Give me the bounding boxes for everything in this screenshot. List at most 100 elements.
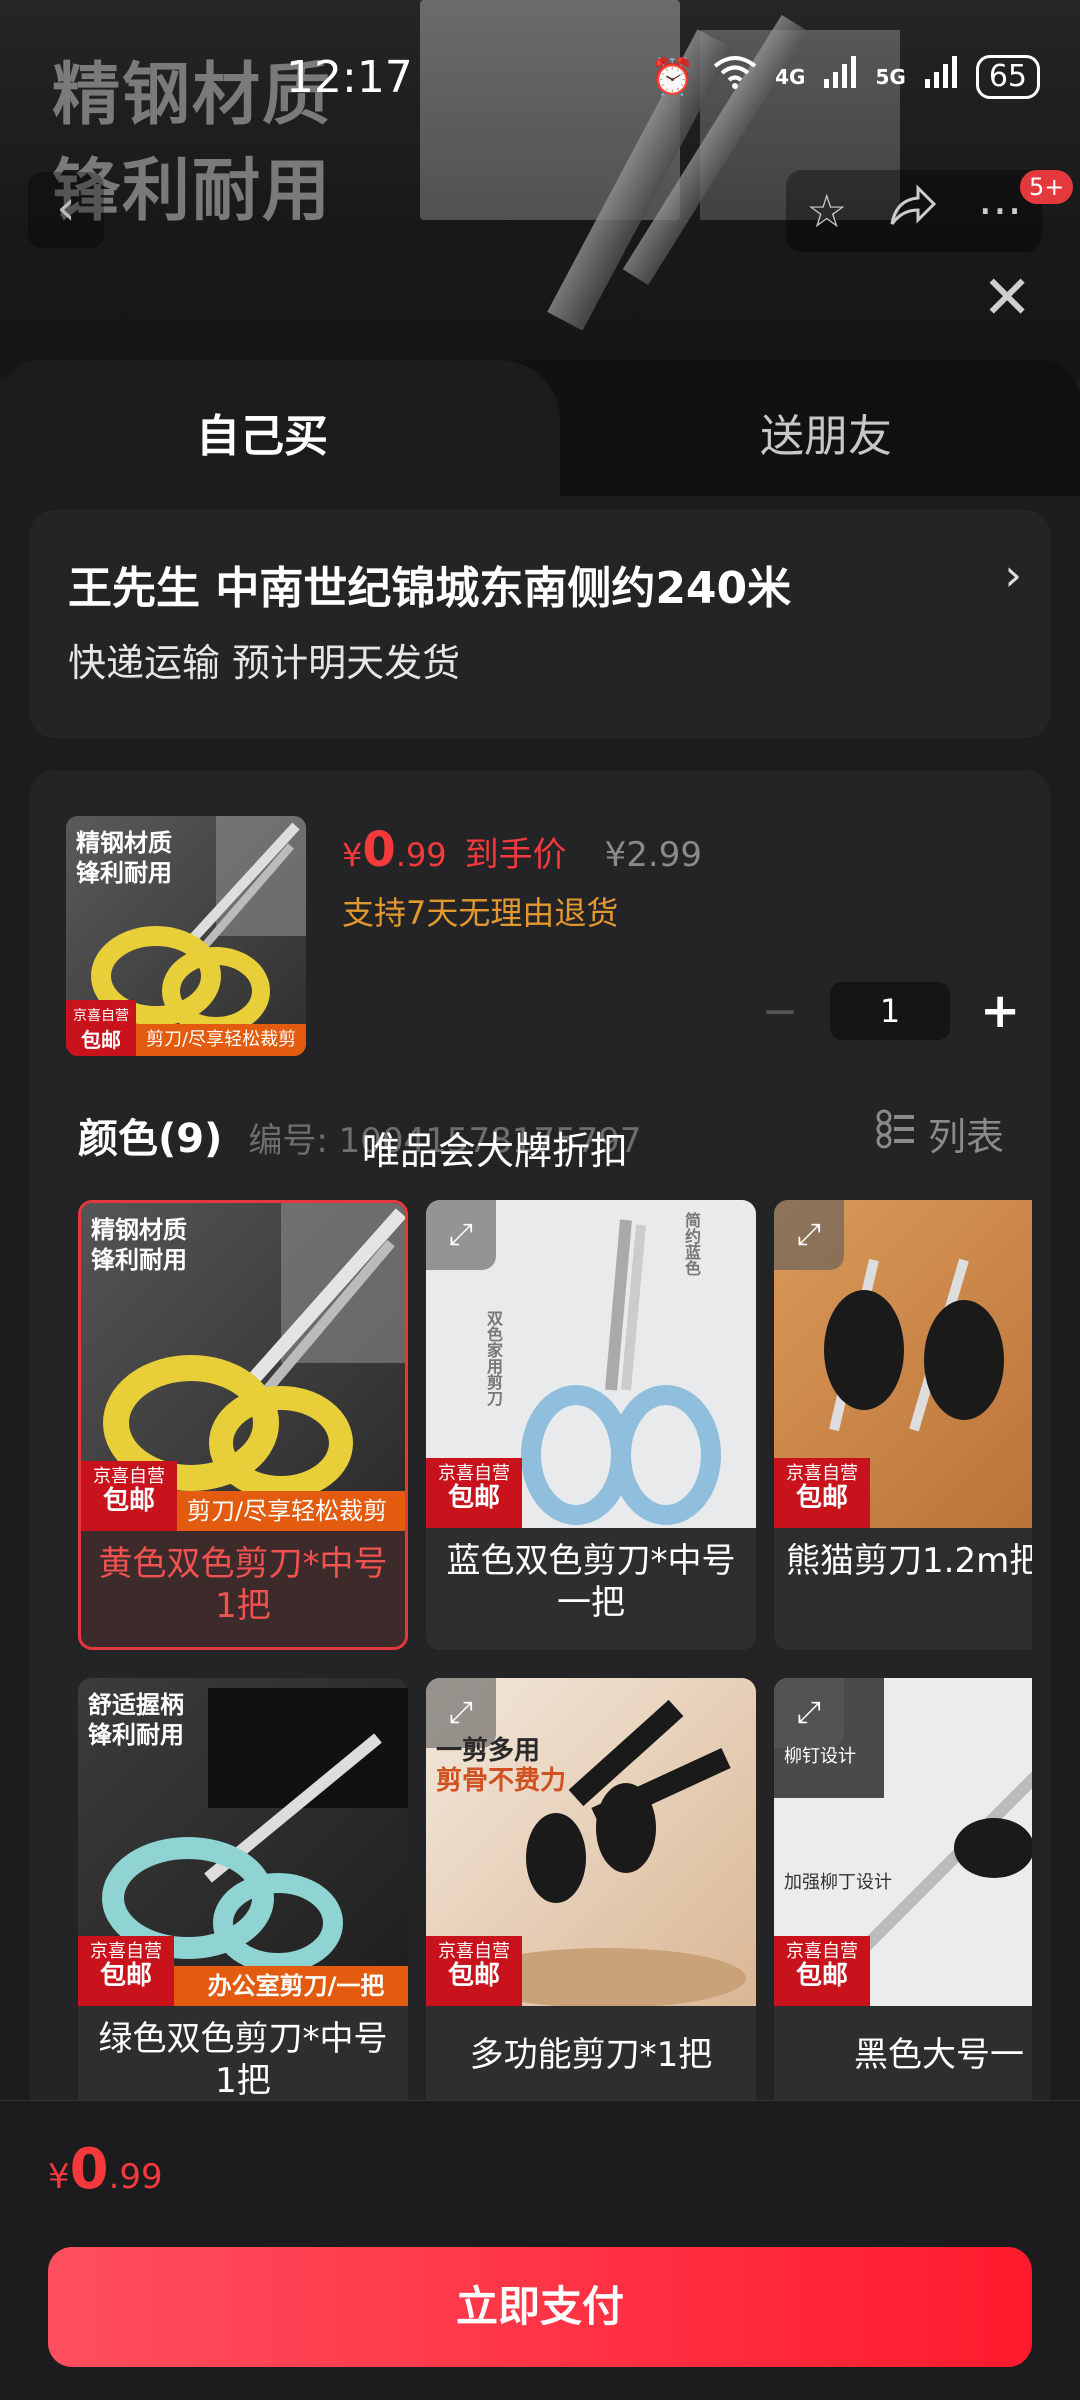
jd-badge-top: 京喜自营 [438, 1941, 510, 1962]
purchase-tabs: 自己买 送朋友 [0, 360, 1080, 500]
expand-icon[interactable]: ⤢ [774, 1200, 844, 1270]
jd-badge: 京喜自营 包邮 [426, 1458, 522, 1528]
price-currency: ¥ [342, 836, 363, 874]
jd-badge-top: 京喜自营 [438, 1463, 510, 1484]
jd-badge-top: 京喜自营 [73, 1008, 129, 1024]
variant-label: 绿色双色剪刀*中号1把 [98, 2019, 388, 2101]
jd-badge-top: 京喜自营 [93, 1466, 165, 1487]
variant-caption-line2: 锋利耐用 [88, 1721, 184, 1749]
back-button[interactable]: ‹ [28, 172, 104, 248]
expand-icon[interactable]: ⤢ [426, 1200, 496, 1270]
variant-caption: 柳钉设计 [784, 1742, 856, 1772]
jd-badge-bottom: 包邮 [447, 1961, 500, 1991]
star-icon[interactable]: ☆ [806, 184, 847, 238]
wifi-icon [713, 54, 757, 99]
jd-badge-bottom: 包邮 [99, 1961, 152, 1991]
address-card[interactable]: 王先生 中南世纪锦城东南侧约240米 › 快递运输 预计明天发货 [30, 510, 1050, 738]
return-policy: 支持7天无理由退货 [342, 894, 619, 932]
variant-label: 多功能剪刀*1把 [469, 2035, 713, 2075]
variant-caption-line2: 剪骨不费力 [436, 1766, 567, 1796]
jd-badge-top: 京喜自营 [786, 1463, 858, 1484]
jd-badge: 京喜自营 包邮 [66, 1000, 136, 1056]
variant-tile[interactable]: ⤢ 简约蓝色 双色家用剪刀 京喜自营 包邮 蓝色双色剪刀*中号一把 [426, 1200, 756, 1650]
variant-tile[interactable]: ⤢ 一剪多用 剪骨不费力 京喜自营 包邮 多功能剪刀*1把 [426, 1678, 756, 2128]
tab-self[interactable]: 自己买 [196, 400, 328, 464]
total-integer: 0 [69, 2137, 109, 2202]
variant-tile[interactable]: 精钢材质 锋利耐用 京喜自营 包邮 剪刀/尽享轻松裁剪 黄色双色剪刀*中号1把 [78, 1200, 408, 1650]
variant-caption: 精钢材质 锋利耐用 [91, 1215, 187, 1275]
original-price: ¥2.99 [604, 835, 702, 875]
variant-tile[interactable]: 舒适握柄 锋利耐用 京喜自营 包邮 办公室剪刀/一把 绿色双色剪刀*中号1把 [78, 1678, 408, 2128]
top-action-bar: ☆ ··· [786, 170, 1042, 252]
thumb-caption-line2: 锋利耐用 [76, 859, 172, 887]
variant-caption-line1: 一剪多用 [436, 1736, 541, 1766]
variant-label: 黄色双色剪刀*中号1把 [98, 1544, 388, 1626]
address-line: 王先生 中南世纪锦城东南侧约240米 [68, 563, 792, 614]
signal-icon-1 [823, 55, 857, 98]
variant-strip: 剪刀/尽享轻松裁剪 [177, 1491, 405, 1531]
toast-message: 唯品会大牌折扣 [362, 1129, 629, 1173]
jd-badge: 京喜自营 包邮 [81, 1461, 177, 1531]
chevron-left-icon: ‹ [56, 180, 76, 236]
jd-badge-bottom: 包邮 [795, 1961, 848, 1991]
variant-caption: 一剪多用 剪骨不费力 [436, 1736, 566, 1796]
variant-caption: 加强柳丁设计 [784, 1868, 892, 1898]
pay-now-button[interactable]: 立即支付 [48, 2247, 1032, 2367]
price-decimal: .99 [395, 836, 447, 874]
jd-badge-bottom: 包邮 [102, 1486, 155, 1516]
variant-caption-line1: 柳钉设计 [784, 1746, 856, 1767]
quantity-stepper: − 1 + [760, 982, 1020, 1040]
status-bar: 12:17 ⏰ 4G 5G 65 [0, 0, 1080, 160]
checkout-bar: ¥0.99 立即支付 [0, 2100, 1080, 2400]
variant-caption-line2: 简约蓝色 [682, 1212, 701, 1276]
jd-badge: 京喜自营 包邮 [78, 1936, 174, 2006]
signal-icon-2 [924, 55, 958, 98]
more-icon[interactable]: ··· [978, 184, 1022, 238]
variant-tile[interactable]: ⤢ 柳钉设计 加强柳丁设计 京喜自营 包邮 黑色大号一 [774, 1678, 1032, 2128]
price-row: ¥0.99 到手价 ¥2.99 [342, 822, 702, 878]
total-price: ¥0.99 [48, 2137, 163, 2202]
jd-badge-top: 京喜自营 [90, 1941, 162, 1962]
color-title: 颜色(9) [78, 1116, 223, 1162]
qty-input[interactable]: 1 [830, 982, 950, 1040]
list-view-toggle[interactable]: 列表 [876, 1106, 1004, 1161]
alarm-icon: ⏰ [650, 56, 696, 98]
jd-badge-bottom: 包邮 [447, 1483, 500, 1513]
variant-caption-line1: 舒适握柄 [88, 1691, 184, 1719]
variant-tile[interactable]: ⤢ 京喜自营 包邮 熊猫剪刀1.2m把 [774, 1200, 1032, 1650]
thumb-caption: 精钢材质 锋利耐用 [76, 828, 172, 888]
purchase-sheet: 自己买 送朋友 王先生 中南世纪锦城东南侧约240米 › 快递运输 预计明天发货… [0, 360, 1080, 2400]
tab-friend[interactable]: 送朋友 [760, 400, 892, 464]
jd-badge: 京喜自营 包邮 [774, 1936, 870, 2006]
jd-badge: 京喜自营 包邮 [774, 1458, 870, 1528]
product-thumbnail[interactable]: 精钢材质 锋利耐用 京喜自营 包邮 剪刀/尽享轻松裁剪 [66, 816, 306, 1056]
variant-strip: 办公室剪刀/一把 [174, 1966, 408, 2006]
variant-caption-line1: 双色家用剪刀 [484, 1310, 503, 1406]
price-tag: 到手价 [464, 835, 567, 875]
jd-badge: 京喜自营 包邮 [426, 1936, 522, 2006]
network-4g-label: 4G [775, 64, 806, 89]
variant-label: 蓝色双色剪刀*中号一把 [446, 1541, 736, 1623]
jd-badge-bottom: 包邮 [795, 1483, 848, 1513]
list-icon [876, 1109, 916, 1158]
share-icon[interactable] [888, 183, 938, 239]
variant-label: 黑色大号一 [854, 2035, 1024, 2075]
price-amount: ¥0.99 [342, 822, 447, 878]
expand-icon[interactable]: ⤢ [774, 1678, 844, 1748]
thumb-caption-line1: 精钢材质 [76, 829, 172, 857]
qty-plus-button[interactable]: + [980, 983, 1020, 1039]
message-badge: 5+ [1020, 170, 1074, 204]
status-icons: ⏰ 4G 5G 65 [650, 54, 1040, 99]
qty-minus-button[interactable]: − [760, 986, 800, 1037]
variant-grid: 精钢材质 锋利耐用 京喜自营 包邮 剪刀/尽享轻松裁剪 黄色双色剪刀*中号1把 ⤢ … [78, 1200, 1032, 2160]
close-icon[interactable]: ✕ [982, 268, 1032, 328]
total-currency: ¥ [48, 2157, 70, 2197]
variant-caption-line2: 加强柳丁设计 [784, 1872, 892, 1893]
jd-badge-bottom: 包邮 [81, 1028, 121, 1052]
variant-label: 熊猫剪刀1.2m把 [786, 1541, 1032, 1581]
variant-caption-line2: 锋利耐用 [91, 1246, 187, 1274]
network-5g-label: 5G [875, 64, 906, 89]
variant-caption: 舒适握柄 锋利耐用 [88, 1690, 184, 1750]
price-integer: 0 [362, 822, 396, 878]
thumb-strip: 剪刀/尽享轻松裁剪 [136, 1024, 306, 1056]
